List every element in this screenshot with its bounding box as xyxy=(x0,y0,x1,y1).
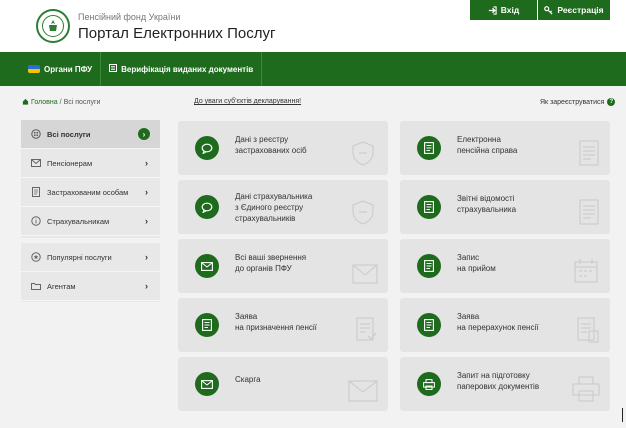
chevron-right-icon: › xyxy=(145,281,148,291)
portal-title: Портал Електронних Послуг xyxy=(78,25,276,42)
document-check-icon xyxy=(354,317,378,348)
flag-icon xyxy=(28,65,40,73)
document-icon xyxy=(417,136,441,160)
sidebar-extra: Популярні послуги › Агентам › xyxy=(21,243,160,302)
declarants-notice-link[interactable]: До уваги суб'єктів декларування! xyxy=(194,98,301,105)
breadcrumb-current: Всі послуги xyxy=(63,99,101,106)
card-label: Дані страхувальника з Єдиного реєстру ст… xyxy=(235,192,313,223)
question-icon: ? xyxy=(607,98,616,106)
mail-icon xyxy=(195,254,219,278)
sidebar-item-pensioners[interactable]: Пенсіонерам › xyxy=(21,149,160,178)
shield-icon xyxy=(348,140,378,171)
sidebar-item-insured[interactable]: Застрахованим особам › xyxy=(21,178,160,207)
card-label: Запис на прийом xyxy=(457,253,496,273)
document-icon xyxy=(578,140,600,171)
site-header: Пенсійний фонд України Портал Електронни… xyxy=(0,0,626,50)
card-pension-recalculation[interactable]: Заява на перерахунок пенсії xyxy=(400,298,610,352)
card-appointment[interactable]: Запис на прийом xyxy=(400,239,610,293)
document-icon xyxy=(417,195,441,219)
key-icon xyxy=(544,5,553,15)
card-insurer-reports[interactable]: Звітні відомості страхувальника xyxy=(400,180,610,234)
envelope-icon xyxy=(352,264,378,289)
chat-icon xyxy=(195,195,219,219)
mail-icon xyxy=(195,372,219,396)
breadcrumb: Головна / Всі послуги xyxy=(22,98,100,107)
card-label: Електронна пенсійна справа xyxy=(457,135,518,155)
breadcrumb-home[interactable]: Головна xyxy=(31,99,58,106)
calendar-icon xyxy=(574,258,600,289)
card-label: Заява на призначення пенсії xyxy=(235,312,317,332)
card-pension-application[interactable]: Заява на призначення пенсії xyxy=(178,298,388,352)
envelope-icon xyxy=(348,380,378,407)
document-icon xyxy=(417,254,441,278)
nav-item-verification[interactable]: Верифікація виданих документів xyxy=(101,52,263,86)
list-icon xyxy=(109,64,118,74)
document-icon xyxy=(31,187,41,197)
register-button[interactable]: Реєстрація xyxy=(538,0,610,20)
chevron-right-icon: › xyxy=(145,216,148,226)
sidebar-item-popular[interactable]: Популярні послуги › xyxy=(21,243,160,272)
document-icon xyxy=(578,199,600,230)
chat-icon xyxy=(195,136,219,160)
text-cursor xyxy=(622,408,623,422)
card-label: Всі ваші звернення до органів ПФУ xyxy=(235,253,307,273)
pfu-logo[interactable] xyxy=(36,9,70,43)
grid-icon xyxy=(31,129,41,139)
card-paper-documents-request[interactable]: Запит на підготовку паперових документів xyxy=(400,357,610,411)
info-icon xyxy=(31,216,41,226)
card-all-appeals[interactable]: Всі ваші звернення до органів ПФУ xyxy=(178,239,388,293)
card-complaint[interactable]: Скарга xyxy=(178,357,388,411)
card-insured-registry[interactable]: Дані з реєстру застрахованих осіб xyxy=(178,121,388,175)
sidebar-item-insurers[interactable]: Страхувальникам › xyxy=(21,207,160,236)
card-electronic-pension-file[interactable]: Електронна пенсійна справа xyxy=(400,121,610,175)
star-icon xyxy=(31,252,41,262)
document-calc-icon xyxy=(576,317,600,348)
printer-icon xyxy=(572,376,600,407)
card-label: Скарга xyxy=(235,375,261,384)
org-name: Пенсійний фонд України xyxy=(78,12,181,22)
chevron-right-icon: › xyxy=(138,128,150,140)
how-to-register-link[interactable]: Як зареєструватися ? xyxy=(540,98,616,106)
login-icon xyxy=(488,5,497,15)
login-button[interactable]: Вхід xyxy=(470,0,538,20)
sidebar-categories: Всі послуги › Пенсіонерам › Застраховани… xyxy=(21,120,160,238)
card-label: Заява на перерахунок пенсії xyxy=(457,312,539,332)
card-label: Запит на підготовку паперових документів xyxy=(457,371,540,391)
main-navbar: Органи ПФУ Верифікація виданих документі… xyxy=(0,52,626,86)
card-label: Звітні відомості страхувальника xyxy=(457,194,517,214)
card-insurer-registry[interactable]: Дані страхувальника з Єдиного реєстру ст… xyxy=(178,180,388,234)
chevron-right-icon: › xyxy=(145,158,148,168)
document-icon xyxy=(195,313,219,337)
shield-icon xyxy=(348,199,378,230)
chevron-right-icon: › xyxy=(145,187,148,197)
chevron-right-icon: › xyxy=(145,252,148,262)
sidebar-item-all-services[interactable]: Всі послуги › xyxy=(21,120,160,149)
nav-item-pfu-bodies[interactable]: Органи ПФУ xyxy=(0,52,102,86)
mail-icon xyxy=(31,158,41,168)
card-label: Дані з реєстру застрахованих осіб xyxy=(235,135,307,155)
document-icon xyxy=(417,313,441,337)
home-icon xyxy=(22,98,29,107)
printer-icon xyxy=(417,372,441,396)
sidebar-item-agents[interactable]: Агентам › xyxy=(21,272,160,301)
folder-icon xyxy=(31,281,41,291)
